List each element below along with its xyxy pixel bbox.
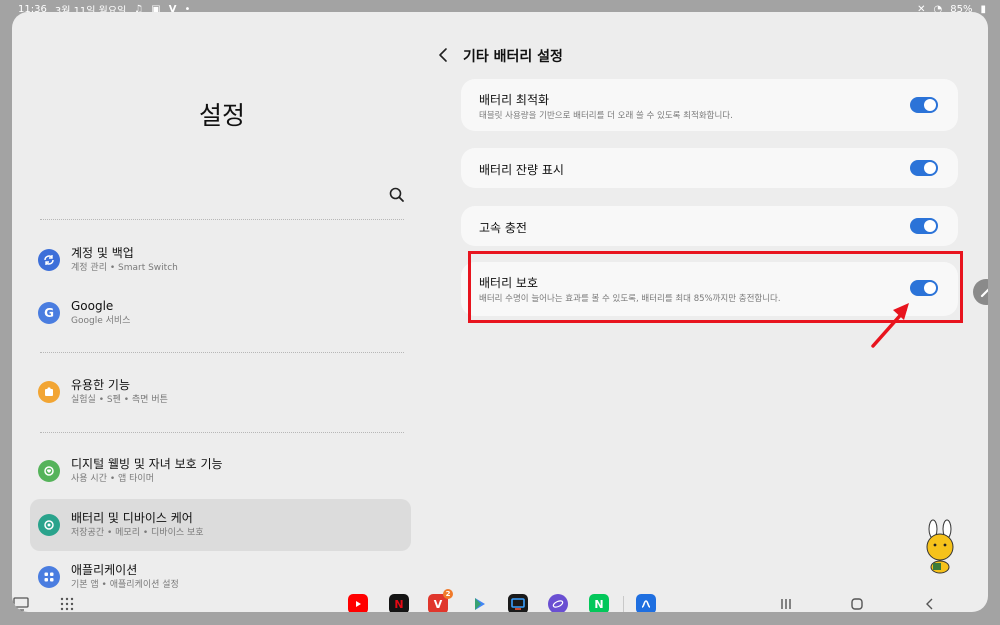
setting-title: 배터리 잔량 표시 [479,163,564,177]
setting-description: 태블릿 사용량을 기반으로 배터리를 더 오래 쓸 수 있도록 최적화합니다. [479,111,733,121]
notification-badge: 2 [443,589,453,599]
chevron-left-icon [439,48,447,62]
naver-label: N [594,597,604,611]
annotation-arrow-icon [871,303,909,348]
play-store-app-icon[interactable] [470,594,490,612]
menu-item-title: Google [71,299,114,313]
google-icon: G [38,302,60,324]
setting-title: 배터리 보호 [479,276,539,290]
search-icon [389,187,404,202]
home-button[interactable] [848,596,866,612]
divider [40,432,404,433]
setting-battery-percentage[interactable]: 배터리 잔량 표시 [461,148,958,188]
menu-item-title: 애플리케이션 [71,563,138,577]
link-app-icon[interactable] [636,594,656,612]
recents-icon [781,599,791,609]
puzzle-icon [38,381,60,403]
bottom-dock: N V 2 N [12,589,988,612]
menu-item-subtitle: 기본 앱 • 애플리케이션 설정 [71,580,179,590]
setting-description: 배터리 수명이 늘어나는 효과를 볼 수 있도록, 배터리를 최대 85%까지만… [479,294,781,304]
dock-separator [623,596,624,612]
menu-item-google[interactable]: G Google Google 서비스 [30,287,411,339]
youtube-app-icon[interactable] [348,594,368,612]
divider [40,219,404,220]
battery-optimization-toggle[interactable] [910,97,938,113]
internet-app-icon[interactable] [548,594,568,612]
toggle-knob [924,162,936,174]
setting-title: 고속 충전 [479,221,527,235]
menu-item-battery-device-care[interactable]: 배터리 및 디바이스 케어 저장공간 • 메모리 • 디바이스 보호 [30,499,411,551]
menu-item-title: 디지털 웰빙 및 자녀 보호 기능 [71,457,223,471]
sync-icon [38,249,60,271]
device-care-icon [38,514,60,536]
header-title: 기타 배터리 설정 [463,49,563,65]
settings-window: 설정 계정 및 백업 계정 관리 • Smart Switch G Google [12,12,988,612]
screen-icon [13,597,29,611]
back-nav-button[interactable] [921,596,939,612]
app-drawer-button[interactable] [58,596,76,612]
apps-icon [38,566,60,588]
setting-fast-charging[interactable]: 고속 충전 [461,206,958,246]
battery-protection-toggle[interactable] [910,280,938,296]
vmark-app-icon[interactable]: V 2 [428,589,453,612]
recent-apps-button[interactable] [777,596,795,612]
toggle-knob [924,220,936,232]
search-button[interactable] [386,184,408,206]
back-button[interactable] [436,46,452,64]
menu-item-subtitle: 계정 관리 • Smart Switch [71,263,178,273]
divider [40,352,404,353]
menu-item-accounts-backup[interactable]: 계정 및 백업 계정 관리 • Smart Switch [30,234,411,286]
naver-app-icon[interactable]: N [589,594,609,612]
menu-item-title: 배터리 및 디바이스 케어 [71,511,193,525]
fast-charging-toggle[interactable] [910,218,938,234]
menu-item-subtitle: 실험실 • S펜 • 측면 버튼 [71,395,168,405]
chevron-left-icon [926,598,933,610]
netflix-app-icon[interactable]: N [389,594,409,612]
mascot-sticker-icon [926,519,954,574]
page-title: 설정 [198,101,245,130]
wellbeing-icon [38,460,60,482]
netflix-label: N [394,597,404,611]
recent-screen-button[interactable] [12,596,30,612]
menu-item-subtitle: Google 서비스 [71,316,131,326]
tv-app-icon[interactable] [508,594,528,612]
setting-battery-optimization[interactable]: 배터리 최적화 태블릿 사용량을 기반으로 배터리를 더 오래 쓸 수 있도록 … [461,79,958,131]
settings-sidebar: 설정 계정 및 백업 계정 관리 • Smart Switch G Google [12,12,422,612]
battery-percentage-toggle[interactable] [910,160,938,176]
setting-title: 배터리 최적화 [479,93,550,107]
toggle-knob [924,282,936,294]
menu-item-digital-wellbeing[interactable]: 디지털 웰빙 및 자녀 보호 기능 사용 시간 • 앱 타이머 [30,445,411,497]
menu-item-title: 계정 및 백업 [71,246,134,260]
menu-item-subtitle: 사용 시간 • 앱 타이머 [71,474,154,484]
menu-item-subtitle: 저장공간 • 메모리 • 디바이스 보호 [71,528,204,538]
edge-panel-handle[interactable] [973,279,988,305]
menu-item-useful-features[interactable]: 유용한 기능 실험실 • S펜 • 측면 버튼 [30,366,411,418]
battery-icon: ▮ [980,3,986,15]
pencil-icon [980,288,988,298]
grid-icon [60,597,74,611]
toggle-knob [924,99,936,111]
menu-item-title: 유용한 기능 [71,378,131,392]
home-icon [851,598,863,610]
